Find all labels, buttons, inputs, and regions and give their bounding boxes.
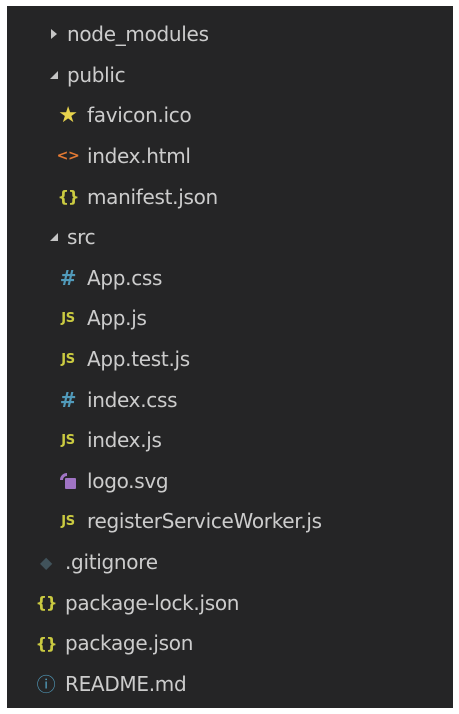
- star-icon: ★: [58, 102, 78, 128]
- json-icon: {}: [35, 593, 58, 613]
- tree-item-label: index.css: [87, 387, 178, 412]
- tree-item-node-modules[interactable]: node_modules: [7, 14, 453, 55]
- tree-item-label: App.test.js: [87, 347, 190, 372]
- tree-item-label: public: [67, 62, 126, 87]
- git-icon: ◆: [39, 552, 52, 572]
- tree-item-label: manifest.json: [87, 184, 218, 209]
- tree-item-manifest-json[interactable]: {} manifest.json: [7, 176, 453, 217]
- tree-item-index-js[interactable]: JS index.js: [7, 420, 453, 461]
- chevron-down-icon[interactable]: [47, 70, 61, 80]
- tree-item-label: node_modules: [67, 22, 209, 47]
- tree-item-package-json[interactable]: {} package.json: [7, 623, 453, 664]
- tree-item-logo-svg[interactable]: logo.svg: [7, 461, 453, 502]
- tree-item-gitignore[interactable]: ◆ .gitignore: [7, 542, 453, 583]
- tree-item-index-html[interactable]: <> index.html: [7, 136, 453, 177]
- tree-item-label: index.html: [87, 144, 191, 169]
- css-icon: #: [59, 387, 77, 412]
- tree-item-label: logo.svg: [87, 468, 169, 493]
- tree-item-readme-md[interactable]: ⓘ README.md: [7, 664, 453, 705]
- info-icon: ⓘ: [36, 674, 56, 697]
- svg-icon: [55, 472, 81, 490]
- tree-item-register-service-worker-js[interactable]: JS registerServiceWorker.js: [7, 501, 453, 542]
- tree-item-app-css[interactable]: # App.css: [7, 258, 453, 299]
- tree-item-label: package.json: [65, 631, 194, 656]
- tree-item-app-js[interactable]: JS App.js: [7, 298, 453, 339]
- tree-item-label: README.md: [65, 671, 187, 696]
- json-icon: {}: [57, 187, 80, 207]
- tree-item-label: favicon.ico: [87, 103, 192, 128]
- tree-item-src[interactable]: src: [7, 217, 453, 258]
- tree-item-label: src: [67, 225, 96, 250]
- css-icon: #: [59, 265, 77, 290]
- tree-item-label: .gitignore: [65, 550, 158, 575]
- tree-item-label: index.js: [87, 428, 162, 453]
- js-icon: JS: [61, 513, 75, 529]
- tree-item-favicon[interactable]: ★ favicon.ico: [7, 95, 453, 136]
- chevron-down-icon[interactable]: [47, 232, 61, 242]
- js-icon: JS: [61, 351, 75, 367]
- tree-item-app-test-js[interactable]: JS App.test.js: [7, 339, 453, 380]
- tree-item-label: App.js: [87, 306, 147, 331]
- tree-item-index-css[interactable]: # index.css: [7, 379, 453, 420]
- js-icon: JS: [61, 432, 75, 448]
- js-icon: JS: [61, 310, 75, 326]
- tree-item-label: registerServiceWorker.js: [87, 509, 322, 534]
- json-icon: {}: [35, 633, 58, 653]
- tree-item-package-lock-json[interactable]: {} package-lock.json: [7, 582, 453, 623]
- chevron-right-icon[interactable]: [47, 29, 61, 40]
- tree-item-label: App.css: [87, 265, 163, 290]
- file-explorer: node_modules public ★ favicon.ico <> ind…: [7, 6, 453, 708]
- html-icon: <>: [56, 148, 80, 165]
- tree-item-public[interactable]: public: [7, 55, 453, 96]
- tree-item-label: package-lock.json: [65, 590, 240, 615]
